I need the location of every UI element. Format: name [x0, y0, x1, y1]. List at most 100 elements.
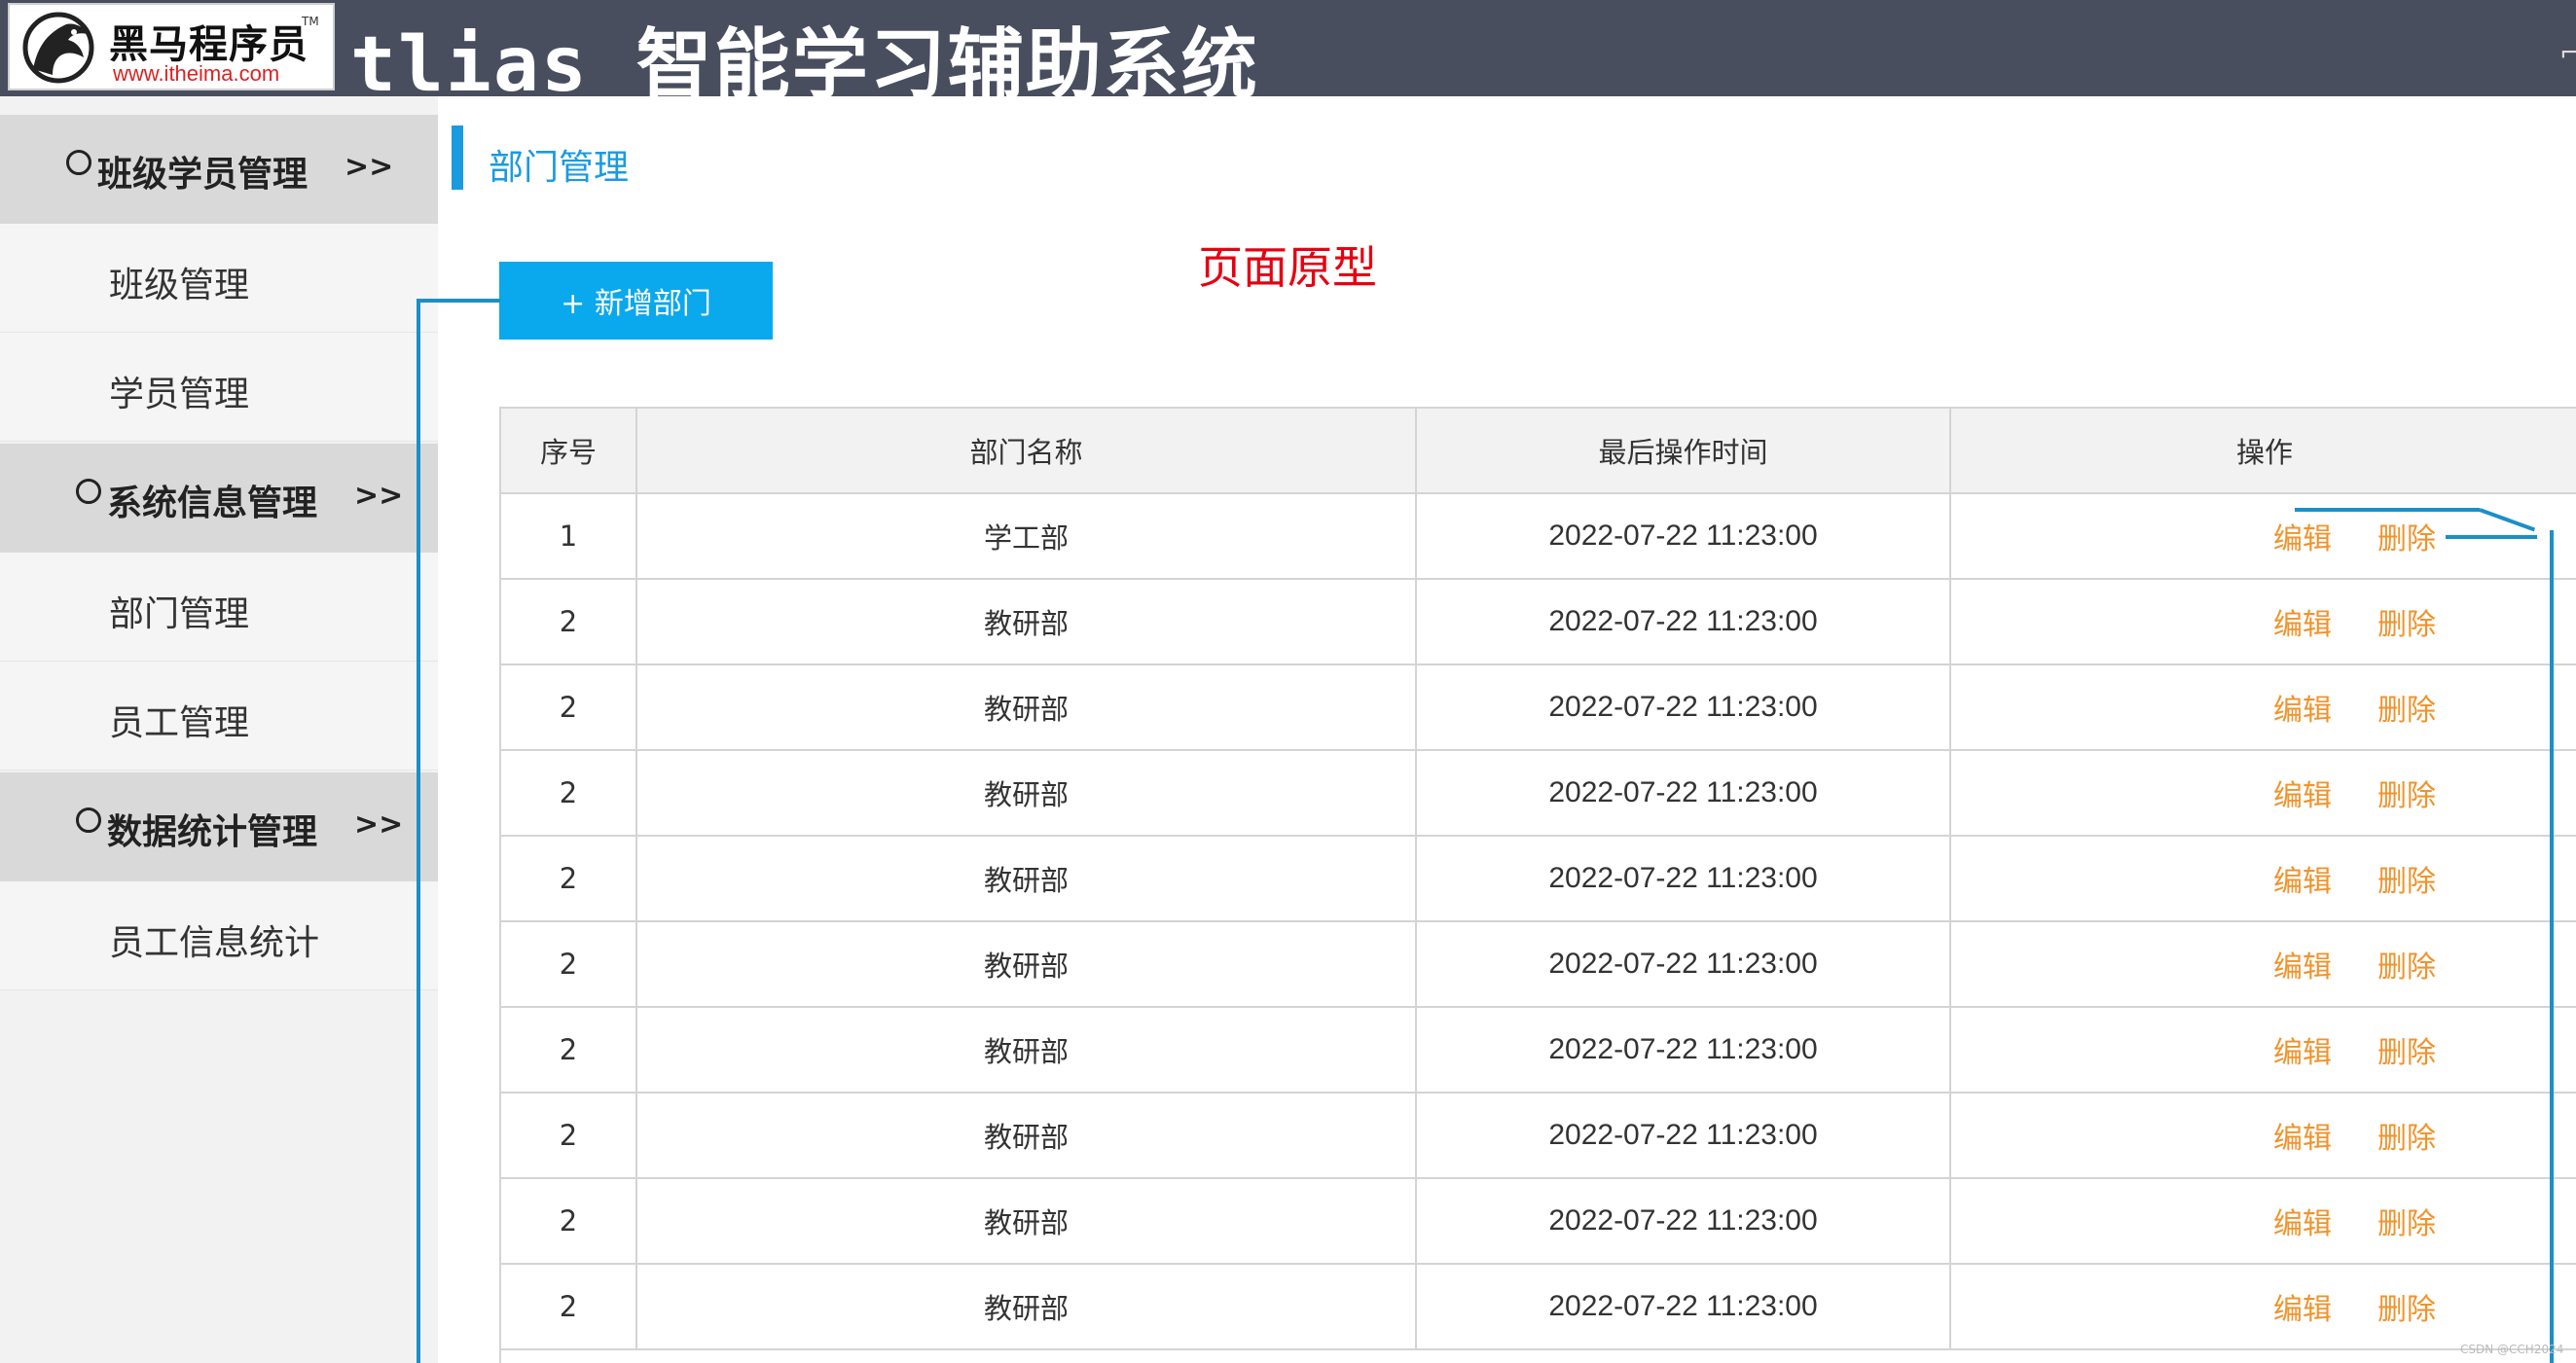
- cell-last-updated: 2022-07-22 11:23:00: [1417, 580, 1951, 664]
- menu-group-label: 系统信息管理: [107, 484, 318, 523]
- cell-index: 1: [501, 494, 637, 578]
- top-header: 黑马程序员 TM www.itheima.com tlias 智能学习辅助系统 …: [0, 0, 2576, 109]
- cell-department-name: 教研部: [637, 1094, 1417, 1177]
- annotation-line-right-mid: [2446, 535, 2537, 539]
- annotation-line-left: [417, 301, 420, 1363]
- edit-link[interactable]: 编辑: [2273, 665, 2332, 749]
- delete-link[interactable]: 删除: [2377, 1094, 2436, 1177]
- table-row: 2 教研部 2022-07-22 11:23:00 编辑 删除: [501, 580, 2576, 665]
- horse-logo-icon: [22, 12, 94, 84]
- edit-link[interactable]: 编辑: [2273, 751, 2332, 835]
- annotation-line-right-top: [2295, 508, 2480, 512]
- cell-index: 2: [501, 665, 637, 749]
- cell-index: 2: [501, 580, 637, 664]
- table-row: 2 教研部 2022-07-22 11:23:00 编辑 删除: [501, 665, 2576, 751]
- edit-link[interactable]: 编辑: [2273, 494, 2332, 578]
- app-root: 黑马程序员 TM www.itheima.com tlias 智能学习辅助系统 …: [0, 0, 2576, 1363]
- sidebar-item-label: 班级管理: [109, 266, 250, 305]
- menu-group-label: 数据统计管理: [107, 812, 318, 852]
- cell-last-updated: 2022-07-22 11:23:00: [1417, 1094, 1951, 1177]
- sidebar-item-department-management[interactable]: 部门管理: [0, 553, 438, 662]
- annotation-line-right: [2550, 530, 2554, 1363]
- department-table: 序号 部门名称 最后操作时间 操作 1 学工部 2022-07-22 11:23:0…: [499, 407, 2576, 1363]
- edit-link[interactable]: 编辑: [2273, 1265, 2332, 1348]
- sidebar: 班级学员管理 >> 班级管理 学员管理 系统信息管理 >> 部门管理 员工管理 …: [0, 115, 438, 1363]
- logo-trademark: TM: [302, 15, 319, 28]
- expand-arrow-icon: >>: [354, 807, 404, 842]
- table-row: 2 教研部 2022-07-22 11:23:00 编辑 删除: [501, 1265, 2576, 1350]
- delete-link[interactable]: 删除: [2377, 1008, 2436, 1092]
- cell-department-name: 教研部: [637, 751, 1417, 835]
- cell-index: 2: [501, 837, 637, 920]
- edit-link[interactable]: 编辑: [2273, 1179, 2332, 1263]
- column-header-name: 部门名称: [637, 409, 1417, 492]
- table-row: 2 教研部 2022-07-22 11:23:00 编辑 删除: [501, 1008, 2576, 1094]
- cell-actions: [1951, 922, 2576, 1006]
- cell-department-name: 教研部: [637, 1008, 1417, 1092]
- cell-actions: [1951, 1008, 2576, 1092]
- edit-link[interactable]: 编辑: [2273, 922, 2332, 1006]
- cell-department-name: 教研部: [637, 665, 1417, 749]
- edit-link[interactable]: 编辑: [2273, 837, 2332, 920]
- menu-group-label: 班级学员管理: [97, 155, 308, 195]
- delete-link[interactable]: 删除: [2377, 1265, 2436, 1348]
- cell-index: 2: [501, 1008, 637, 1092]
- column-header-actions: 操作: [2235, 436, 2293, 469]
- edit-link[interactable]: 编辑: [2273, 1008, 2332, 1092]
- circle-bullet-icon: [76, 479, 101, 504]
- watermark: CSDN @CCH2024: [2460, 1343, 2564, 1356]
- cell-last-updated: 2022-07-22 11:23:00: [1417, 1008, 1951, 1092]
- cell-actions: [1951, 1094, 2576, 1177]
- menu-group-class-student[interactable]: 班级学员管理 >>: [0, 115, 438, 224]
- sidebar-item-label: 员工管理: [109, 703, 250, 743]
- delete-link[interactable]: 删除: [2377, 580, 2436, 664]
- cell-index: 2: [501, 1265, 637, 1348]
- column-header-time: 最后操作时间: [1417, 409, 1951, 492]
- brand-logo[interactable]: 黑马程序员 TM www.itheima.com: [8, 3, 335, 90]
- sidebar-item-employee-management[interactable]: 员工管理: [0, 662, 438, 771]
- cell-department-name: 教研部: [637, 580, 1417, 664]
- edit-link[interactable]: 编辑: [2273, 580, 2332, 664]
- sidebar-item-label: 员工信息统计: [109, 923, 320, 963]
- main-content: 部门管理 页面原型 + 新增部门 序号 部门名称 最后操作时间 操作 1 学工部 2…: [417, 96, 2576, 1363]
- cell-index: 2: [501, 1179, 637, 1263]
- sidebar-item-class-management[interactable]: 班级管理: [0, 224, 438, 333]
- cell-last-updated: 2022-07-22 11:23:00: [1417, 1179, 1951, 1263]
- table-row: 1 学工部 2022-07-22 11:23:00 编辑 删除: [501, 494, 2576, 580]
- table-row: 2 教研部 2022-07-22 11:23:00 编辑 删除: [501, 1094, 2576, 1179]
- breadcrumb: 部门管理: [489, 148, 630, 188]
- cell-department-name: 学工部: [637, 494, 1417, 578]
- cell-department-name: 教研部: [637, 837, 1417, 920]
- table-row: 2 教研部 2022-07-22 11:23:00 编辑 删除: [501, 1179, 2576, 1265]
- delete-link[interactable]: 删除: [2377, 1179, 2436, 1263]
- cell-actions: [1951, 751, 2576, 835]
- cell-last-updated: 2022-07-22 11:23:00: [1417, 494, 1951, 578]
- column-header-index: 序号: [501, 409, 637, 492]
- prototype-annotation: 页面原型: [1198, 241, 1377, 294]
- sidebar-item-employee-statistics[interactable]: 员工信息统计: [0, 881, 438, 990]
- expand-arrow-icon: >>: [354, 479, 404, 513]
- table-header-row: 序号 部门名称 最后操作时间 操作: [501, 409, 2576, 494]
- cell-index: 2: [501, 922, 637, 1006]
- delete-link[interactable]: 删除: [2377, 751, 2436, 835]
- delete-link[interactable]: 删除: [2377, 665, 2436, 749]
- menu-group-system-info[interactable]: 系统信息管理 >>: [0, 444, 438, 553]
- add-department-button[interactable]: + 新增部门: [499, 262, 773, 340]
- cell-department-name: 教研部: [637, 1265, 1417, 1348]
- table-row: 2 教研部 2022-07-22 11:23:00 编辑 删除: [501, 751, 2576, 837]
- cell-index: 2: [501, 751, 637, 835]
- cell-last-updated: 2022-07-22 11:23:00: [1417, 922, 1951, 1006]
- cell-last-updated: 2022-07-22 11:23:00: [1417, 837, 1951, 920]
- edit-link[interactable]: 编辑: [2273, 1094, 2332, 1177]
- delete-link[interactable]: 删除: [2377, 922, 2436, 1006]
- circle-bullet-icon: [66, 150, 91, 175]
- cell-last-updated: 2022-07-22 11:23:00: [1417, 665, 1951, 749]
- delete-link[interactable]: 删除: [2377, 837, 2436, 920]
- delete-link[interactable]: 删除: [2377, 494, 2436, 578]
- menu-group-data-statistics[interactable]: 数据统计管理 >>: [0, 772, 438, 881]
- sidebar-item-student-management[interactable]: 学员管理: [0, 333, 438, 442]
- logo-url: www.itheima.com: [113, 61, 280, 86]
- cell-last-updated: 2022-07-22 11:23:00: [1417, 1265, 1951, 1348]
- cell-index: 2: [501, 1094, 637, 1177]
- table-row: 2 教研部 2022-07-22 11:23:00 编辑 删除: [501, 837, 2576, 922]
